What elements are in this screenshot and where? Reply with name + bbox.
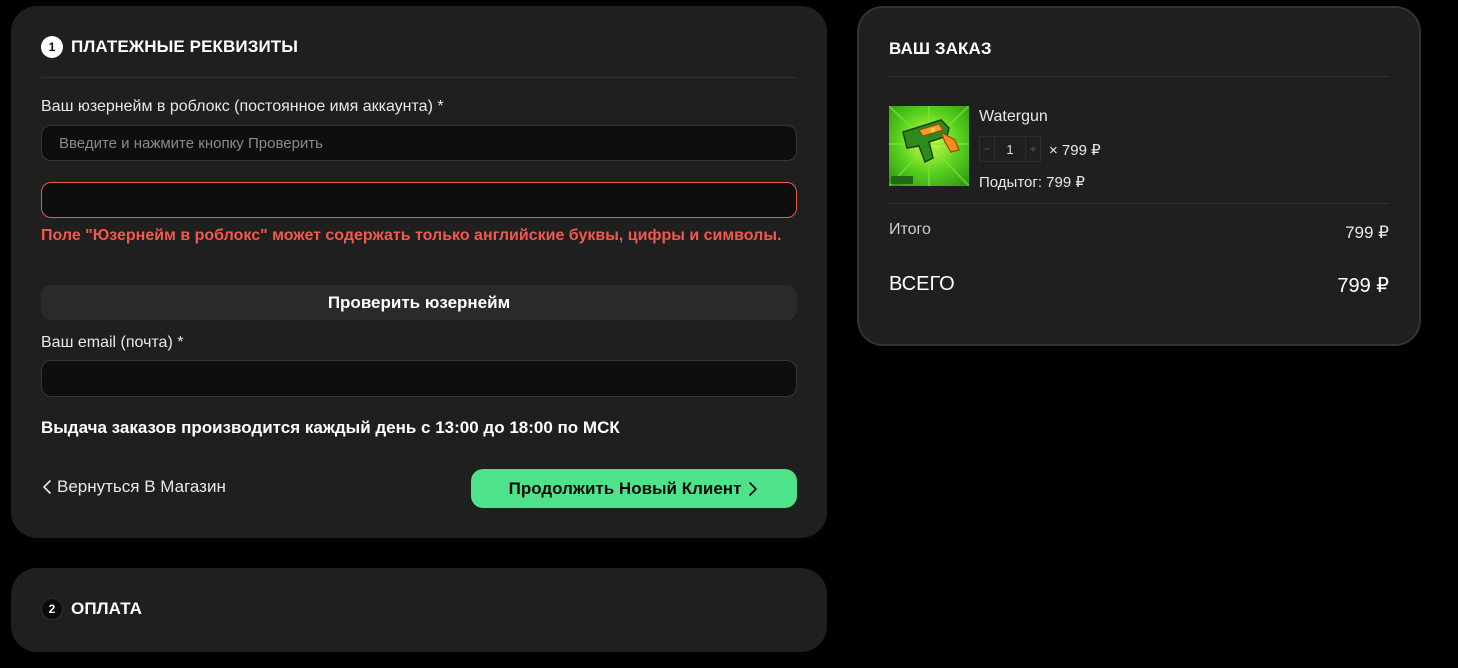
- billing-title: ПЛАТЕЖНЫЕ РЕКВИЗИТЫ: [71, 37, 298, 56]
- username-label: Ваш юзернейм в роблокс (постоянное имя а…: [41, 98, 444, 115]
- payment-card[interactable]: 2 ОПЛАТА: [11, 568, 827, 652]
- back-to-shop-link[interactable]: Вернуться В Магазин: [41, 477, 226, 497]
- billing-divider: [41, 77, 797, 78]
- subtotal-label: Итого: [889, 221, 931, 238]
- continue-button-label: Продолжить Новый Клиент: [508, 478, 742, 498]
- order-title: ВАШ ЗАКАЗ: [889, 39, 992, 58]
- total-value: 799 ₽: [1337, 275, 1389, 297]
- product-image: [889, 106, 969, 186]
- check-username-button[interactable]: Проверить юзернейм: [41, 285, 797, 320]
- item-unit-price: × 799 ₽: [1049, 142, 1101, 159]
- watergun-image: [889, 106, 969, 186]
- email-label: Ваш email (почта) *: [41, 334, 184, 351]
- continue-button[interactable]: Продолжить Новый Клиент: [471, 469, 797, 508]
- payment-step-header[interactable]: 2 ОПЛАТА: [41, 598, 142, 620]
- order-summary-card: ВАШ ЗАКАЗ Watergun − 1 + × 799 ₽ Подытог…: [857, 6, 1421, 346]
- billing-step-header: 1 ПЛАТЕЖНЫЕ РЕКВИЗИТЫ: [41, 36, 298, 58]
- chevron-right-icon: [749, 481, 758, 496]
- item-subtotal: Подытог: 799 ₽: [979, 174, 1085, 191]
- order-items-divider: [889, 203, 1389, 204]
- quantity-value[interactable]: 1: [995, 136, 1025, 162]
- quantity-stepper[interactable]: − 1 +: [979, 136, 1041, 162]
- billing-details-card: 1 ПЛАТЕЖНЫЕ РЕКВИЗИТЫ Ваш юзернейм в роб…: [11, 6, 827, 538]
- quantity-decrease-button[interactable]: −: [979, 136, 995, 162]
- chevron-left-icon: [43, 480, 51, 494]
- subtotal-value: 799 ₽: [1345, 223, 1389, 242]
- total-label: ВСЕГО: [889, 273, 955, 295]
- step-number-badge: 1: [41, 36, 63, 58]
- order-divider: [889, 76, 1389, 77]
- product-name: Watergun: [979, 108, 1048, 125]
- username-input[interactable]: [41, 125, 797, 161]
- username-error-input[interactable]: [41, 182, 797, 218]
- username-error-message: Поле "Юзернейм в роблокс" может содержат…: [41, 227, 782, 244]
- payment-title: ОПЛАТА: [71, 599, 142, 618]
- quantity-increase-button[interactable]: +: [1025, 136, 1041, 162]
- step-number-badge: 2: [41, 598, 63, 620]
- email-input[interactable]: [41, 360, 797, 397]
- back-link-label: Вернуться В Магазин: [57, 477, 226, 496]
- delivery-notice: Выдача заказов производится каждый день …: [41, 418, 620, 437]
